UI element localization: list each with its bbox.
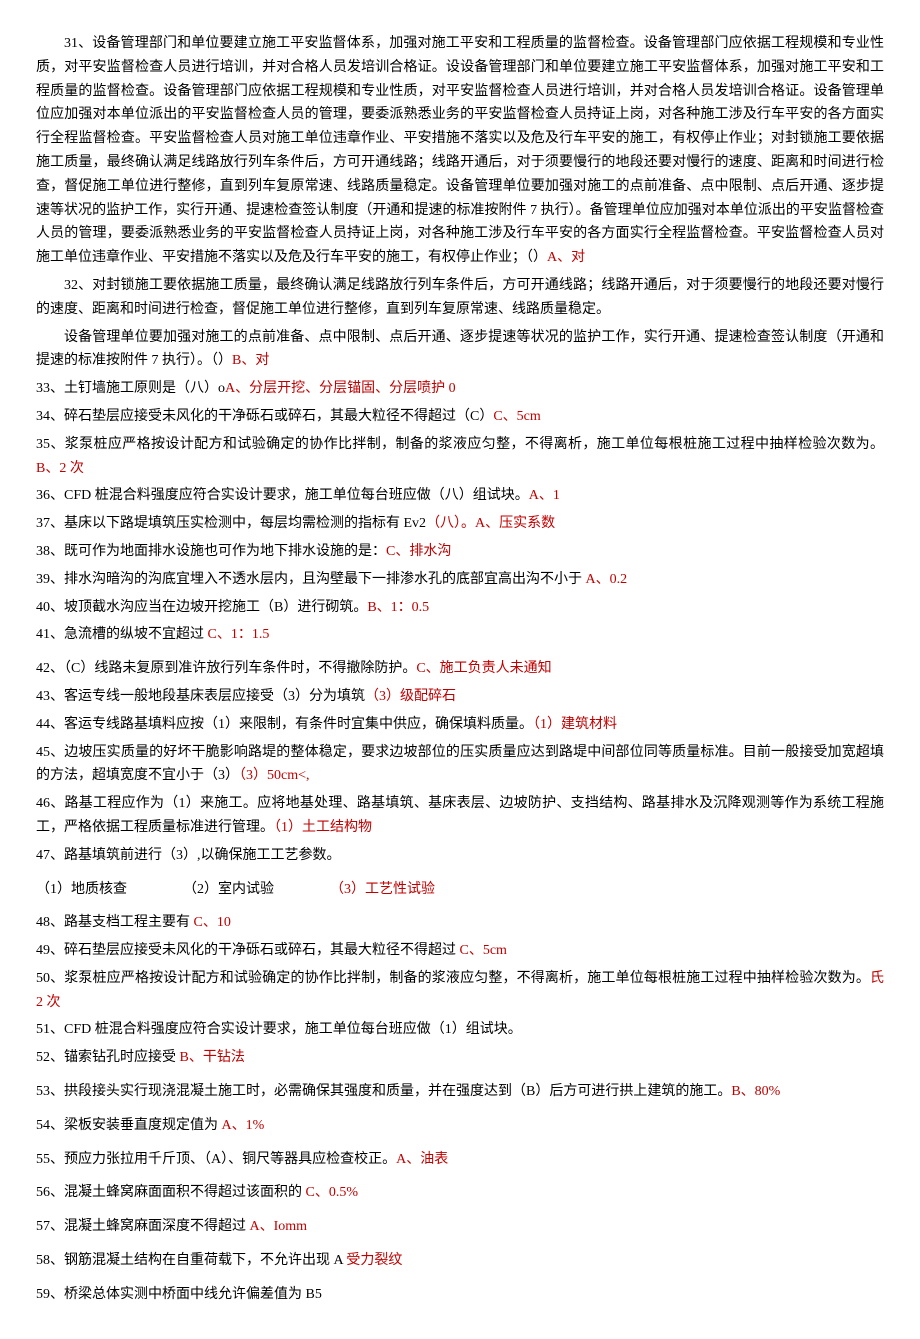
q52-answer: B、干钻法 (176, 1050, 245, 1065)
question-59: 59、桥梁总体实测中桥面中线允许偏差值为 B5 (36, 1283, 884, 1307)
question-43: 43、客运专线一般地段基床表层应接受（3）分为填筑（3）级配碎石 (36, 685, 884, 709)
q43-text: 43、客运专线一般地段基床表层应接受（3）分为填筑 (36, 689, 365, 704)
q53-text: 53、拱段接头实行现浇混凝土施工时，必需确保其强度和质量，并在强度达到（B）后方… (36, 1084, 731, 1099)
q55-text: 55、预应力张拉用千斤顶、（A）、铜尺等器具应检查校正。 (36, 1152, 396, 1167)
question-45: 45、边坡压实质量的好坏干脆影响路堤的整体稳定，要求边坡部位的压实质量应达到路堤… (36, 741, 884, 789)
q57-answer: A、Iomm (246, 1219, 307, 1234)
question-38: 38、既可作为地面排水设施也可作为地下排水设施的是：C、排水沟 (36, 540, 884, 564)
q33-answer: A、分层开挖、分层锚固、分层喷护 0 (225, 381, 456, 396)
q54-text: 54、梁板安装垂直度规定值为 (36, 1118, 218, 1133)
question-35: 35、浆泵桩应严格按设计配方和试验确定的协作比拌制，制备的浆液应匀整，不得离析，… (36, 433, 884, 481)
q40-answer: B、1：0.5 (367, 600, 429, 615)
q58-text: 58、钢筋混凝土结构在自重荷载下，不允许出现 A (36, 1253, 343, 1268)
q47-opt2: （2）室内试验 (183, 882, 274, 897)
q39-answer: A、0.2 (582, 572, 627, 587)
question-46: 46、路基工程应作为（1）来施工。应将地基处理、路基填筑、基床表层、边坡防护、支… (36, 792, 884, 840)
q48-answer: C、10 (190, 915, 231, 930)
question-48: 48、路基支档工程主要有 C、10 (36, 911, 884, 935)
question-37: 37、基床以下路堤填筑压实检测中，每层均需检测的指标有 Ev2（八）。A、压实系… (36, 512, 884, 536)
question-55: 55、预应力张拉用千斤顶、（A）、铜尺等器具应检查校正。A、油表 (36, 1148, 884, 1172)
q55-answer: A、油表 (396, 1152, 448, 1167)
question-56: 56、混凝土蜂窝麻面面积不得超过该面积的 C、0.5% (36, 1181, 884, 1205)
q56-answer: C、0.5% (302, 1185, 358, 1200)
question-32-p2: 设备管理单位要加强对施工的点前准备、点中限制、点后开通、逐步提速等状况的监护工作… (36, 326, 884, 374)
question-39: 39、排水沟暗沟的沟底宜埋入不透水层内，且沟壁最下一排渗水孔的底部宜高出沟不小于… (36, 568, 884, 592)
q46-answer: （1）土工结构物 (274, 820, 372, 835)
question-42: 42、（C）线路未复原到准许放行列车条件时，不得撤除防护。C、施工负责人未通知 (36, 657, 884, 681)
q45-text: 45、边坡压实质量的好坏干脆影响路堤的整体稳定，要求边坡部位的压实质量应达到路堤… (36, 745, 884, 784)
q31-answer: A、对 (547, 250, 585, 265)
question-47-options: （1）地质核查 （2）室内试验 （3）工艺性试验 (36, 878, 884, 902)
q49-text: 49、碎石垫层应接受未风化的干净砾石或碎石，其最大粒径不得超过 (36, 943, 456, 958)
q35-answer: B、2 次 (36, 461, 84, 476)
q47-opt3: （3）工艺性试验 (330, 882, 435, 897)
q48-text: 48、路基支档工程主要有 (36, 915, 190, 930)
q58-answer: 受力裂纹 (343, 1253, 403, 1268)
q44-answer: （1）建筑材料 (533, 717, 617, 732)
question-32-p1: 32、对封锁施工要依据施工质量，最终确认满足线路放行列车条件后，方可开通线路；线… (36, 274, 884, 322)
q39-text: 39、排水沟暗沟的沟底宜埋入不透水层内，且沟壁最下一排渗水孔的底部宜高出沟不小于 (36, 572, 582, 587)
q37-text: 37、基床以下路堤填筑压实检测中，每层均需检测的指标有 Ev2 (36, 516, 426, 531)
question-34: 34、碎石垫层应接受未风化的干净砾石或碎石，其最大粒径不得超过（C）C、5cm (36, 405, 884, 429)
q47-opt1: （1）地质核查 (36, 882, 127, 897)
q45-answer: （3）50cm<, (239, 768, 310, 783)
q36-answer: A、1 (529, 488, 560, 503)
q46-text: 46、路基工程应作为（1）来施工。应将地基处理、路基填筑、基床表层、边坡防护、支… (36, 796, 884, 835)
q57-text: 57、混凝土蜂窝麻面深度不得超过 (36, 1219, 246, 1234)
question-36: 36、CFD 桩混合料强度应符合实设计要求，施工单位每台班应做（八）组试块。A、… (36, 484, 884, 508)
question-33: 33、土钉墙施工原则是（八）oA、分层开挖、分层锚固、分层喷护 0 (36, 377, 884, 401)
q52-text: 52、锚索钻孔时应接受 (36, 1050, 176, 1065)
question-53: 53、拱段接头实行现浇混凝土施工时，必需确保其强度和质量，并在强度达到（B）后方… (36, 1080, 884, 1104)
q41-answer: C、1：1.5 (204, 627, 269, 642)
question-51: 51、CFD 桩混合料强度应符合实设计要求，施工单位每台班应做（1）组试块。 (36, 1018, 884, 1042)
q44-text: 44、客运专线路基填料应按（1）来限制，有条件时宜集中供应，确保填料质量。 (36, 717, 533, 732)
q56-text: 56、混凝土蜂窝麻面面积不得超过该面积的 (36, 1185, 302, 1200)
q33-text: 33、土钉墙施工原则是（八）o (36, 381, 225, 396)
q41-text: 41、急流槽的纵坡不宜超过 (36, 627, 204, 642)
q34-answer: C、5cm (493, 409, 540, 424)
q54-answer: A、1% (218, 1118, 264, 1133)
question-44: 44、客运专线路基填料应按（1）来限制，有条件时宜集中供应，确保填料质量。（1）… (36, 713, 884, 737)
q37-answer: （八）。A、压实系数 (426, 516, 555, 531)
question-47: 47、路基填筑前进行（3）,以确保施工工艺参数。 (36, 844, 884, 868)
question-57: 57、混凝土蜂窝麻面深度不得超过 A、Iomm (36, 1215, 884, 1239)
q36-text: 36、CFD 桩混合料强度应符合实设计要求，施工单位每台班应做（八）组试块。 (36, 488, 529, 503)
q34-text: 34、碎石垫层应接受未风化的干净砾石或碎石，其最大粒径不得超过（C） (36, 409, 493, 424)
q50-text: 50、浆泵桩应严格按设计配方和试验确定的协作比拌制，制备的浆液应匀整，不得离析，… (36, 971, 870, 986)
question-52: 52、锚索钻孔时应接受 B、干钻法 (36, 1046, 884, 1070)
q42-text: 42、（C）线路未复原到准许放行列车条件时，不得撤除防护。 (36, 661, 416, 676)
q35-text: 35、浆泵桩应严格按设计配方和试验确定的协作比拌制，制备的浆液应匀整，不得离析，… (36, 437, 884, 452)
question-40: 40、坡顶截水沟应当在边坡开挖施工（B）进行砌筑。B、1：0.5 (36, 596, 884, 620)
question-54: 54、梁板安装垂直度规定值为 A、1% (36, 1114, 884, 1138)
q32-p2-text: 设备管理单位要加强对施工的点前准备、点中限制、点后开通、逐步提速等状况的监护工作… (36, 330, 884, 369)
question-41: 41、急流槽的纵坡不宜超过 C、1：1.5 (36, 623, 884, 647)
q43-answer: （3）级配碎石 (365, 689, 456, 704)
q32-answer: B、对 (232, 353, 269, 368)
q38-answer: C、排水沟 (386, 544, 451, 559)
q42-answer: C、施工负责人未通知 (416, 661, 551, 676)
question-31: 31、设备管理部门和单位要建立施工平安监督体系，加强对施工平安和工程质量的监督检… (36, 32, 884, 270)
question-50: 50、浆泵桩应严格按设计配方和试验确定的协作比拌制，制备的浆液应匀整，不得离析，… (36, 967, 884, 1015)
q49-answer: C、5cm (456, 943, 507, 958)
question-58: 58、钢筋混凝土结构在自重荷载下，不允许出现 A 受力裂纹 (36, 1249, 884, 1273)
q53-answer: B、80% (731, 1084, 780, 1099)
q31-text: 31、设备管理部门和单位要建立施工平安监督体系，加强对施工平安和工程质量的监督检… (36, 36, 884, 265)
question-49: 49、碎石垫层应接受未风化的干净砾石或碎石，其最大粒径不得超过 C、5cm (36, 939, 884, 963)
q38-text: 38、既可作为地面排水设施也可作为地下排水设施的是： (36, 544, 386, 559)
q40-text: 40、坡顶截水沟应当在边坡开挖施工（B）进行砌筑。 (36, 600, 367, 615)
